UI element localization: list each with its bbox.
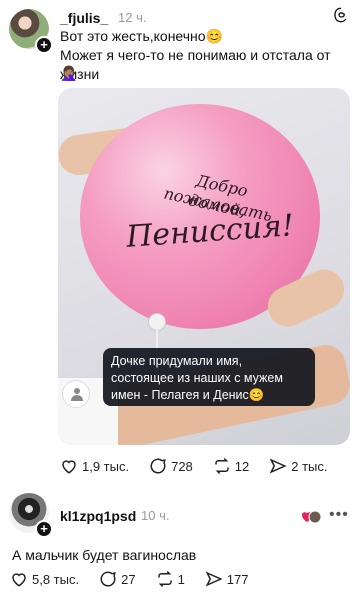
- balloon-text: Пениссия!: [125, 208, 295, 255]
- liked-by-author-icon: [302, 510, 321, 524]
- post-text-line1: Вот это жесть,конечно😊: [60, 28, 223, 44]
- like-count: 1,9 тыс.: [82, 458, 130, 474]
- repost-count: 1: [177, 571, 185, 587]
- share-button[interactable]: 2 тыс.: [269, 457, 328, 475]
- send-icon: [205, 571, 223, 587]
- threads-logo-icon[interactable]: [333, 7, 349, 23]
- post-text-line3: 🤦🏽‍♀️: [60, 65, 78, 81]
- like-button[interactable]: 1,9 тыс.: [60, 457, 129, 475]
- comment-icon: [150, 458, 166, 474]
- reply-count: 27: [121, 571, 136, 587]
- heart-icon: [62, 460, 76, 474]
- repost-button[interactable]: 12: [213, 457, 249, 475]
- post-text: А мальчик будет вагинослав: [12, 547, 197, 563]
- follow-plus-icon[interactable]: +: [35, 520, 53, 538]
- share-button[interactable]: 177: [205, 570, 249, 588]
- share-count: 2 тыс.: [291, 458, 328, 474]
- like-button[interactable]: 5,8 тыс.: [10, 570, 79, 588]
- repost-icon: [157, 570, 172, 588]
- media-caption: Дочке придумали имя, состоящее из наших …: [103, 348, 315, 406]
- comment-icon: [100, 571, 116, 587]
- reply-button[interactable]: 728: [149, 457, 193, 475]
- follow-plus-icon[interactable]: +: [35, 36, 53, 54]
- username[interactable]: _fjulis_: [60, 10, 108, 26]
- timestamp: 10 ч.: [141, 508, 170, 523]
- repost-button[interactable]: 1: [156, 570, 185, 588]
- post-text-line2: Может я чего-то не понимаю и отстала от …: [60, 47, 331, 82]
- heart-icon: [12, 573, 26, 587]
- reply-button[interactable]: 27: [99, 570, 136, 588]
- repost-icon: [215, 457, 229, 475]
- post-actions: 1,9 тыс. 728 12 2 тыс.: [60, 456, 348, 476]
- more-icon[interactable]: •••: [329, 506, 349, 524]
- username[interactable]: kl1zpq1psd: [60, 508, 136, 524]
- send-icon: [269, 458, 287, 474]
- tagged-user-icon[interactable]: [62, 380, 90, 408]
- post-actions: 5,8 тыс. 27 1 177: [10, 569, 269, 589]
- repost-count: 12: [234, 458, 250, 474]
- reply-count: 728: [171, 458, 193, 474]
- like-count: 5,8 тыс.: [32, 571, 80, 587]
- share-count: 177: [226, 571, 249, 587]
- timestamp: 12 ч.: [118, 10, 147, 25]
